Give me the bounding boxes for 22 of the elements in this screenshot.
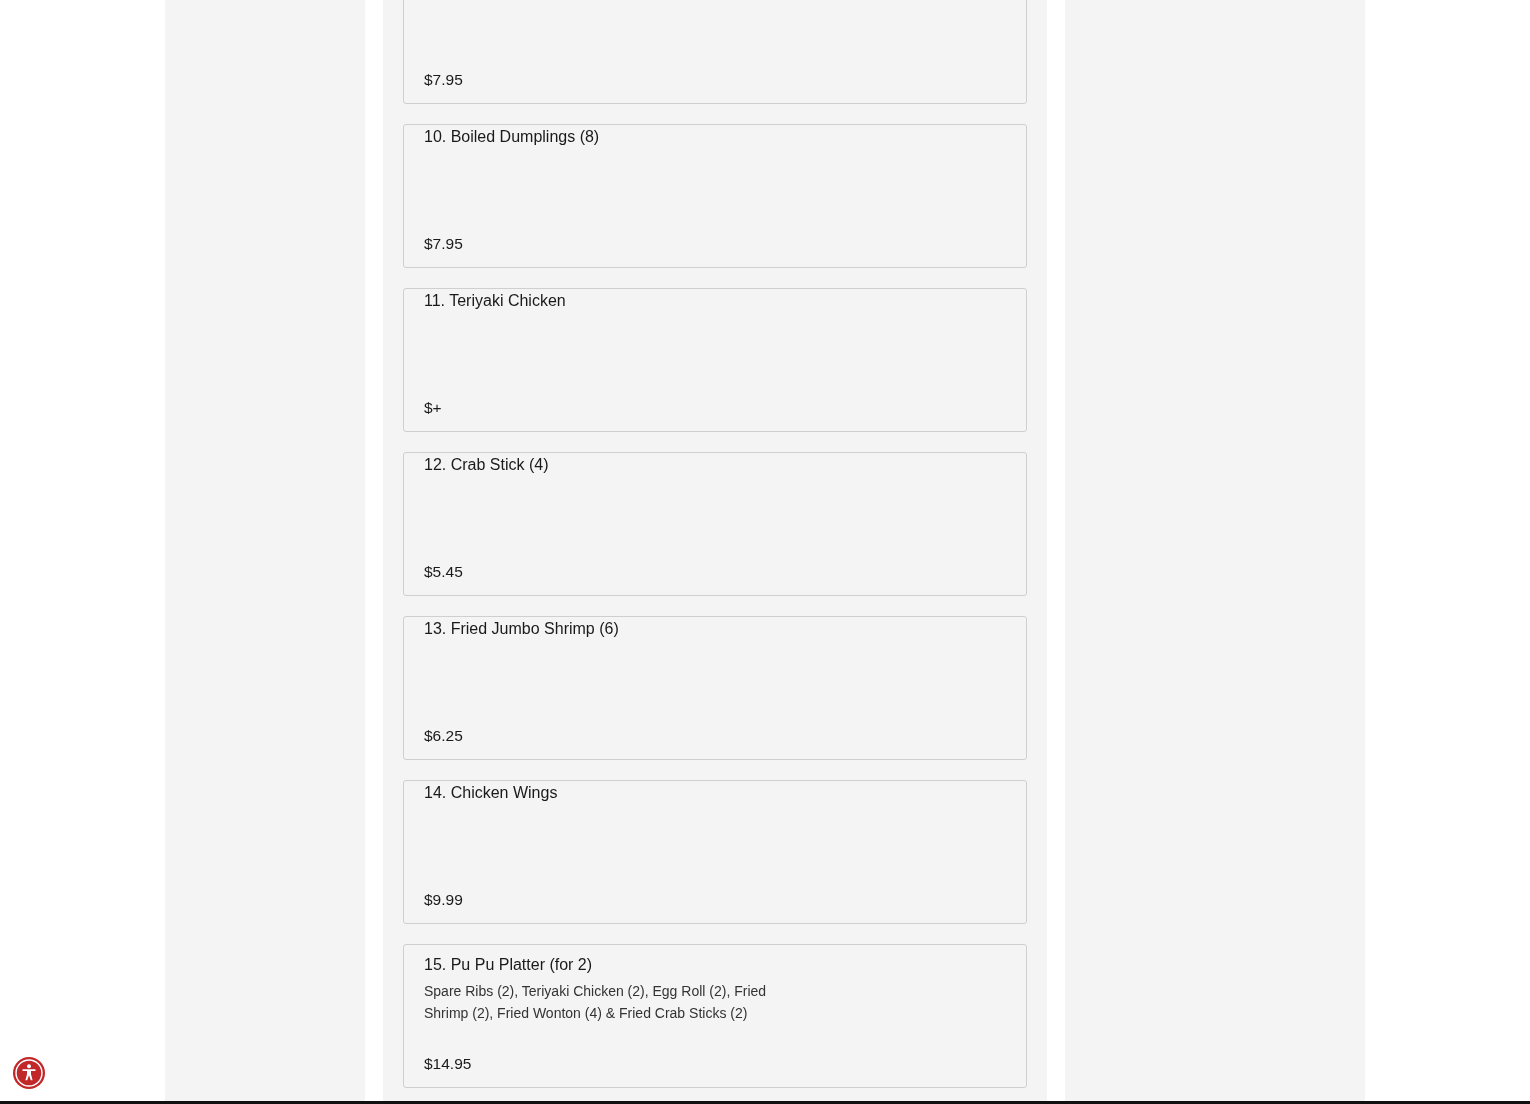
item-name: 12. Crab Stick (4) [424,455,549,475]
accessibility-icon[interactable] [13,1057,45,1089]
item-description: Spare Ribs (2), Teriyaki Chicken (2), Egg Roll (2), Fried Shrimp (2), Fried Wonton (4) & Fried Crab Sticks (2) [424,982,768,1023]
item-price: $9.99 [424,890,463,910]
item-price: $+ [424,398,442,418]
menu-item-card[interactable]: $7.95 [403,0,1027,104]
item-name: 13. Fried Jumbo Shrimp (6) [424,619,619,639]
item-price: $14.95 [424,1054,472,1074]
item-name: 14. Chicken Wings [424,783,558,803]
menu-item-card[interactable]: 12. Crab Stick (4) $5.45 [403,452,1027,596]
menu-item-card[interactable]: 10. Boiled Dumplings (8) $7.95 [403,124,1027,268]
item-price: $7.95 [424,234,463,254]
item-price: $7.95 [424,70,463,90]
item-name: 11. Teriyaki Chicken [424,291,566,311]
menu-item-card[interactable]: 11. Teriyaki Chicken $+ [403,288,1027,432]
menu-item-card[interactable]: 13. Fried Jumbo Shrimp (6) $6.25 [403,616,1027,760]
item-name: 10. Boiled Dumplings (8) [424,127,600,147]
item-name: 15. Pu Pu Platter (for 2) [424,955,593,975]
menu-item-card[interactable]: 15. Pu Pu Platter (for 2) Spare Ribs (2), Teriyaki Chicken (2), Egg Roll (2), Fried Shrimp (2), Fried Wonton (4) & Fried Crab Sticks (2) $14.95 [403,944,1027,1088]
item-price: $6.25 [424,726,463,746]
menu-item-card[interactable]: 14. Chicken Wings $9.99 [403,780,1027,924]
item-price: $5.45 [424,562,463,582]
